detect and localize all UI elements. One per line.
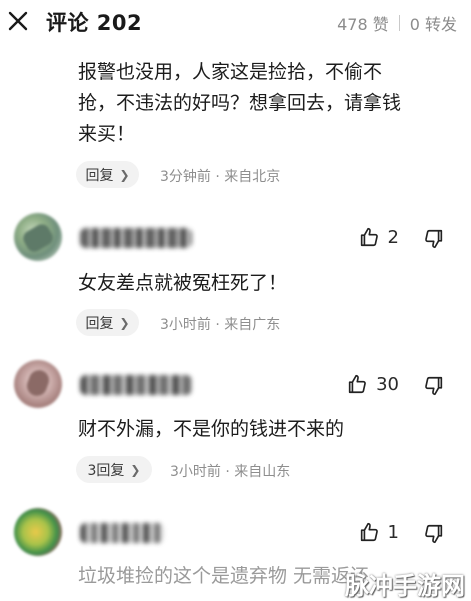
post-stats: 478 赞 0 转发	[337, 11, 457, 35]
chevron-right-icon: ❯	[119, 167, 130, 182]
reposts-count[interactable]: 0 转发	[410, 11, 457, 35]
comment-line: 来买！	[78, 123, 136, 145]
reply-label: 回复	[85, 315, 114, 332]
username-blurred[interactable]	[80, 375, 192, 395]
page-title: 评论 202	[46, 11, 143, 35]
reply-button[interactable]: 3回复 ❯	[76, 456, 152, 483]
comment-text: 财不外漏，不是你的钱进不来的	[78, 414, 344, 445]
reply-label: 3回复	[87, 462, 125, 479]
username-blurred[interactable]	[80, 228, 192, 248]
thumbs-up-icon	[360, 227, 378, 247]
thumbs-down-icon[interactable]	[423, 228, 445, 250]
avatar[interactable]	[14, 360, 62, 408]
thumbs-up-icon	[348, 374, 366, 394]
likes-count[interactable]: 478 赞	[337, 11, 389, 35]
username-blurred[interactable]	[80, 523, 164, 543]
comment-line: 财不外漏，不是你的钱进不来的	[78, 418, 345, 440]
comment-line: 抢，不违法的好吗？想拿回去，请拿钱	[78, 92, 402, 114]
avatar[interactable]	[14, 508, 62, 556]
chevron-right-icon: ❯	[130, 462, 141, 477]
comment-meta: 3小时前 · 来自广东	[160, 317, 281, 333]
thumbs-down-icon[interactable]	[423, 523, 445, 545]
comment-text: 报警也没用，人家这是捡拾，不偷不 抢，不违法的好吗？想拿回去，请拿钱 来买！	[78, 57, 401, 150]
avatar[interactable]	[14, 213, 62, 261]
thumbs-up-icon	[360, 522, 378, 542]
like-button[interactable]: 2	[358, 226, 399, 248]
comment-line: 垃圾堆捡的这个是遗弃物 无需返还	[78, 565, 370, 587]
like-button[interactable]: 30	[346, 373, 399, 395]
like-count: 1	[387, 521, 399, 543]
reply-button[interactable]: 回复 ❯	[76, 309, 139, 336]
comment-text: 垃圾堆捡的这个是遗弃物 无需返还	[78, 561, 369, 592]
site-watermark: 脉冲手游网	[345, 572, 465, 600]
thumbs-down-icon[interactable]	[423, 375, 445, 397]
chevron-right-icon: ❯	[119, 315, 130, 330]
close-icon[interactable]	[6, 9, 30, 33]
comment-meta: 3小时前 · 来自山东	[170, 464, 291, 480]
like-count: 30	[376, 373, 399, 395]
reply-label: 回复	[85, 167, 114, 184]
comment-line: 报警也没用，人家这是捡拾，不偷不	[78, 61, 383, 83]
like-button[interactable]: 1	[358, 521, 399, 543]
comment-text: 女友差点就被冤枉死了！	[78, 268, 287, 299]
reply-button[interactable]: 回复 ❯	[76, 161, 139, 188]
comment-meta: 3分钟前 · 来自北京	[160, 169, 281, 185]
top-bar: 评论 202 478 赞 0 转发	[0, 0, 471, 44]
like-count: 2	[387, 226, 399, 248]
comment-line: 女友差点就被冤枉死了！	[78, 272, 288, 294]
divider	[398, 15, 400, 31]
